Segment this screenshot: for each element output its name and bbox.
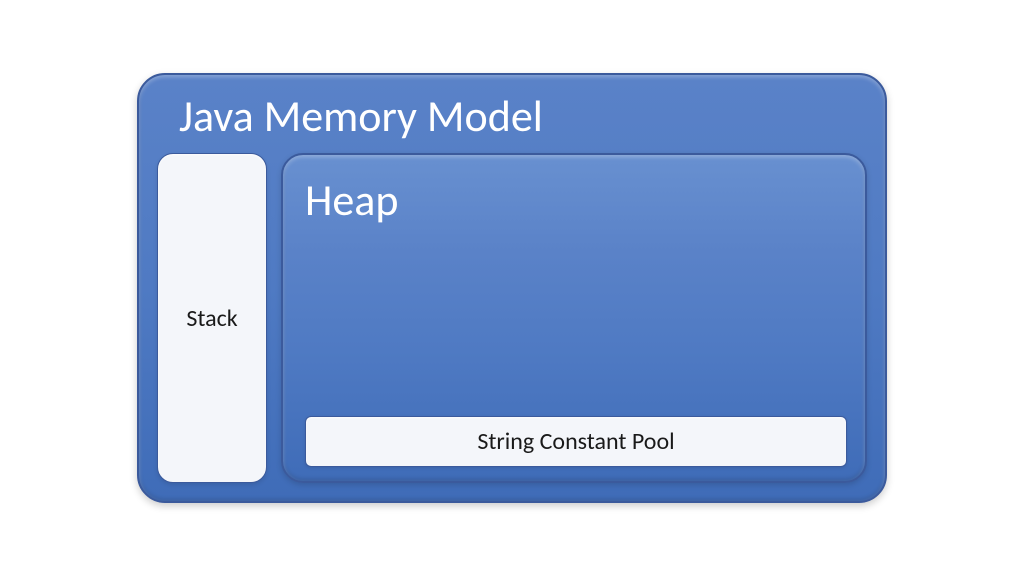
outer-title: Java Memory Model [179, 89, 867, 143]
stack-label: Stack [186, 304, 237, 333]
java-memory-model-container: Java Memory Model Stack Heap String Cons… [137, 73, 887, 503]
string-constant-pool-box: String Constant Pool [305, 416, 847, 467]
stack-box: Stack [157, 153, 267, 483]
heap-box: Heap String Constant Pool [281, 153, 867, 483]
string-pool-label: String Constant Pool [477, 427, 674, 456]
inner-row: Stack Heap String Constant Pool [157, 153, 867, 483]
heap-title: Heap [305, 173, 847, 227]
